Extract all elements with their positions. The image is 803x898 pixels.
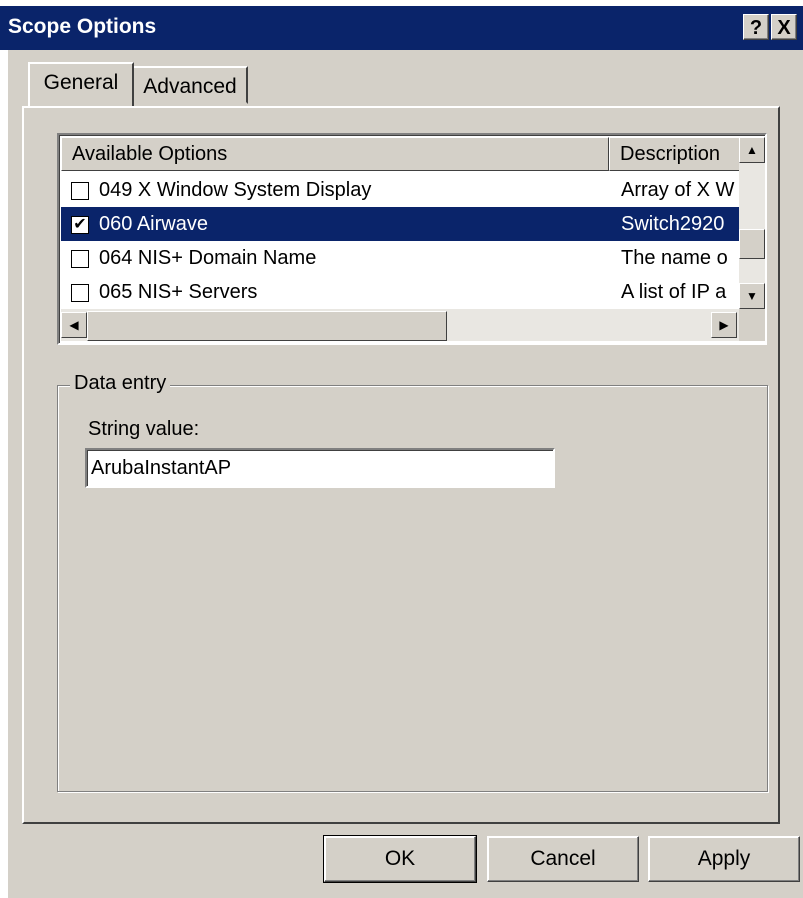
option-description: The name o (621, 247, 728, 269)
list-item[interactable]: ✔ 060 Airwave Switch2920 (61, 207, 739, 241)
data-entry-group (57, 385, 768, 792)
string-value-input[interactable] (85, 448, 555, 488)
vertical-scroll-thumb[interactable] (739, 229, 765, 259)
tab-advanced[interactable]: Advanced (132, 66, 248, 104)
option-name: 064 NIS+ Domain Name (99, 247, 317, 269)
option-name: 049 X Window System Display (99, 179, 372, 201)
option-description: A list of IP a (621, 281, 727, 303)
horizontal-scrollbar[interactable]: ◀ ▶ (61, 309, 739, 341)
column-header-available-options[interactable]: Available Options (61, 137, 609, 171)
help-button[interactable]: ? (743, 14, 769, 40)
option-description: Switch2920 (621, 213, 725, 235)
apply-button[interactable]: Apply (648, 836, 800, 882)
scrollbar-corner (739, 309, 765, 341)
window-title: Scope Options (8, 15, 157, 38)
scroll-up-arrow-icon[interactable]: ▲ (739, 137, 765, 163)
option-checkbox[interactable] (71, 284, 89, 302)
option-checkbox[interactable]: ✔ (71, 216, 89, 234)
list-item[interactable]: 049 X Window System Display Array of X W (61, 173, 739, 207)
ok-button[interactable]: OK (323, 835, 477, 883)
tab-general[interactable]: General (28, 62, 134, 106)
option-checkbox[interactable] (71, 182, 89, 200)
option-checkbox[interactable] (71, 250, 89, 268)
option-description: Array of X W (621, 179, 735, 201)
cancel-button[interactable]: Cancel (487, 836, 639, 882)
checkmark-icon: ✔ (73, 216, 87, 233)
scroll-down-arrow-icon[interactable]: ▼ (739, 283, 765, 309)
close-button[interactable]: X (771, 14, 797, 40)
data-entry-group-label: Data entry (70, 372, 171, 395)
scroll-right-arrow-icon[interactable]: ▶ (711, 312, 737, 338)
horizontal-scroll-thumb[interactable] (87, 311, 447, 341)
scroll-left-arrow-icon[interactable]: ◀ (61, 312, 87, 338)
available-options-list[interactable]: Available Options Description 049 X Wind… (57, 133, 767, 345)
list-header: Available Options Description (61, 137, 741, 171)
string-value-label: String value: (88, 418, 200, 440)
vertical-scrollbar[interactable]: ▲ ▼ (739, 137, 765, 309)
list-item[interactable]: 065 NIS+ Servers A list of IP a (61, 275, 739, 309)
list-item[interactable]: 064 NIS+ Domain Name The name o (61, 241, 739, 275)
title-bar[interactable]: Scope Options ? X (0, 6, 803, 50)
option-name: 060 Airwave (99, 213, 208, 235)
column-header-description[interactable]: Description (609, 137, 741, 171)
option-name: 065 NIS+ Servers (99, 281, 258, 303)
